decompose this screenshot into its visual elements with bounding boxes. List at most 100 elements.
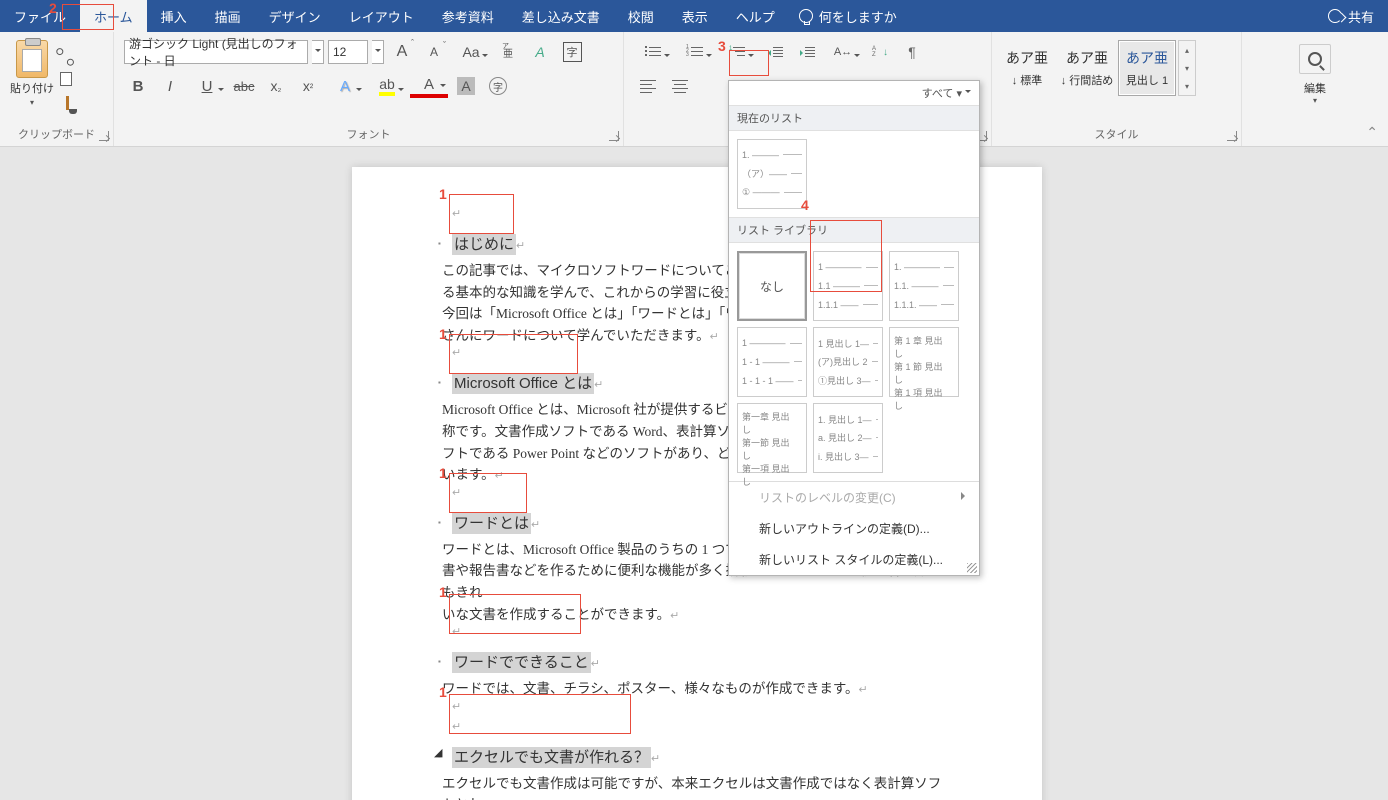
- ribbon: 貼り付け ▾ クリップボード 游ゴシック Light (見出しのフォント - 日…: [0, 32, 1388, 147]
- tab-view[interactable]: 表示: [668, 0, 722, 32]
- change-list-level: リストのレベルの変更(C): [729, 482, 979, 513]
- heading-5[interactable]: ◢エクセルでも文書が作れる？↵: [442, 746, 944, 767]
- style-no-spacing[interactable]: あア亜↓ 行間詰め: [1058, 40, 1116, 96]
- callout-1a: 1: [439, 186, 447, 202]
- list-tile-2[interactable]: 1. ――――1.1. ―――1.1.1. ――: [889, 251, 959, 321]
- tab-review[interactable]: 校閲: [614, 0, 668, 32]
- share-label: 共有: [1348, 7, 1374, 26]
- font-color-button[interactable]: A: [410, 74, 448, 98]
- define-new-outline[interactable]: 新しいアウトラインの定義(D)...: [729, 513, 979, 544]
- decrease-indent-button[interactable]: [760, 40, 788, 64]
- tell-me-label: 何をしますか: [819, 7, 897, 26]
- clipboard-launcher[interactable]: [99, 131, 109, 141]
- popup-section-current: 現在のリスト: [729, 105, 979, 131]
- subscript-button[interactable]: x: [262, 74, 290, 98]
- styles-more-button[interactable]: ▴▾▾: [1178, 40, 1196, 96]
- align-left-button[interactable]: [634, 74, 662, 98]
- define-new-list-style[interactable]: 新しいリスト スタイルの定義(L)...: [729, 544, 979, 575]
- bold-button[interactable]: B: [124, 74, 152, 98]
- tab-design[interactable]: デザイン: [255, 0, 335, 32]
- body-text[interactable]: エクセルでも文書作成は可能ですが、本来エクセルは文書作成ではなく表計算ソフトとし: [442, 773, 944, 800]
- styles-launcher[interactable]: [1227, 131, 1237, 141]
- style-normal[interactable]: あア亜↓ 標準: [998, 40, 1056, 96]
- tab-home[interactable]: ホーム: [80, 0, 147, 32]
- increase-indent-button[interactable]: [792, 40, 820, 64]
- list-tile-3[interactable]: 1 ――――1 - 1 ―――1 - 1 - 1 ――: [737, 327, 807, 397]
- find-button[interactable]: [1299, 44, 1331, 74]
- list-none-tile[interactable]: なし: [737, 251, 807, 321]
- underline-button[interactable]: U: [188, 74, 226, 98]
- list-tile-1[interactable]: 1 ――――1.1 ―――1.1.1 ――: [813, 251, 883, 321]
- format-painter-button[interactable]: [66, 96, 69, 110]
- list-tile-5[interactable]: 第 1 章 見出し第 1 節 見出し第 1 項 見出し: [889, 327, 959, 397]
- styles-group-label: スタイル: [992, 126, 1241, 142]
- lightbulb-icon: [799, 9, 813, 23]
- font-name-dropdown[interactable]: [312, 40, 324, 64]
- tab-insert[interactable]: 挿入: [147, 0, 201, 32]
- font-launcher[interactable]: [609, 131, 619, 141]
- callout-1e: 1: [439, 684, 447, 700]
- font-size-dropdown[interactable]: [372, 40, 384, 64]
- style-heading1[interactable]: あア亜見出し 1: [1118, 40, 1176, 96]
- popup-all-dropdown[interactable]: すべて ▾: [729, 81, 979, 105]
- popup-resize-handle[interactable]: [967, 563, 977, 573]
- title-bar: ファイル ホーム 挿入 描画 デザイン レイアウト 参考資料 差し込み文書 校閲…: [0, 0, 1388, 32]
- share-button[interactable]: 共有: [1328, 7, 1374, 26]
- change-case-button[interactable]: Aa: [452, 40, 490, 64]
- text-effects-button[interactable]: A: [326, 74, 364, 98]
- paste-button[interactable]: 貼り付け ▾: [10, 40, 54, 107]
- list-tile-4[interactable]: 1 見出し 1―(ア)見出し 2①見出し 3―: [813, 327, 883, 397]
- editing-label: 編集: [1304, 80, 1326, 96]
- search-icon: [1308, 52, 1322, 66]
- clear-formatting-button[interactable]: A: [526, 40, 554, 64]
- numbering-button[interactable]: [676, 40, 714, 64]
- shrink-font-button[interactable]: A: [420, 40, 448, 64]
- current-list-tile[interactable]: 1. ――― （ア）―― ① ―――: [737, 139, 807, 209]
- highlight-button[interactable]: ab: [368, 74, 406, 98]
- align-center-button[interactable]: [666, 74, 694, 98]
- sort-button[interactable]: [866, 40, 894, 64]
- asian-layout-button[interactable]: A↔: [824, 40, 862, 64]
- enclose-char-button[interactable]: 字: [558, 40, 586, 64]
- tell-me-search[interactable]: 何をしますか: [799, 7, 897, 26]
- show-paragraph-marks-button[interactable]: ¶: [898, 40, 926, 64]
- group-styles: あア亜↓ 標準 あア亜↓ 行間詰め あア亜見出し 1 ▴▾▾ スタイル: [992, 32, 1242, 146]
- font-group-label: フォント: [114, 126, 623, 142]
- list-tile-6[interactable]: 第一章 見出し第一節 見出し第一項 見出し: [737, 403, 807, 473]
- paste-icon: [16, 40, 48, 78]
- tab-layout[interactable]: レイアウト: [335, 0, 428, 32]
- body-text[interactable]: います。: [442, 467, 495, 482]
- body-text[interactable]: いな文書を作成することができます。: [442, 607, 670, 622]
- popup-section-library: リスト ライブラリ: [729, 217, 979, 243]
- grow-font-button[interactable]: A: [388, 40, 416, 64]
- enclosed-char-button[interactable]: 字: [484, 74, 512, 98]
- group-font: 游ゴシック Light (見出しのフォント - 日 12 A A Aa 亜 A …: [114, 32, 624, 146]
- tab-references[interactable]: 参考資料: [428, 0, 508, 32]
- char-shading-button[interactable]: A: [452, 74, 480, 98]
- list-tile-7[interactable]: 1. 見出し 1―a. 見出し 2―i. 見出し 3―: [813, 403, 883, 473]
- cut-button[interactable]: [56, 40, 81, 65]
- callout-1b: 1: [439, 326, 447, 342]
- italic-button[interactable]: I: [156, 74, 184, 98]
- ruby-button[interactable]: 亜: [494, 40, 522, 64]
- tab-file[interactable]: ファイル: [0, 0, 80, 32]
- callout-4: 4: [801, 197, 809, 213]
- superscript-button[interactable]: x: [294, 74, 322, 98]
- font-name-combo[interactable]: 游ゴシック Light (見出しのフォント - 日: [124, 40, 308, 64]
- tab-mailings[interactable]: 差し込み文書: [508, 0, 614, 32]
- callout-1d: 1: [439, 584, 447, 600]
- strikethrough-button[interactable]: abc: [230, 74, 258, 98]
- tab-draw[interactable]: 描画: [201, 0, 255, 32]
- collapse-ribbon-button[interactable]: ⌃: [1366, 124, 1378, 141]
- tab-help[interactable]: ヘルプ: [722, 0, 789, 32]
- callout-1c: 1: [439, 465, 447, 481]
- copy-button[interactable]: [60, 72, 72, 86]
- callout-2: 2: [49, 0, 57, 16]
- body-text[interactable]: ワードでは、文書、チラシ、ポスター、様々なものが作成できます。: [442, 681, 858, 696]
- font-size-combo[interactable]: 12: [328, 40, 368, 64]
- bullets-button[interactable]: [634, 40, 672, 64]
- heading-4[interactable]: ワードでできること↵: [442, 651, 944, 672]
- body-text[interactable]: さんにワードについて学んでいただきます。: [442, 328, 710, 343]
- clipboard-group-label: クリップボード: [0, 126, 113, 142]
- multilevel-list-popup: すべて ▾ 現在のリスト 1. ――― （ア）―― ① ――― リスト ライブラ…: [728, 80, 980, 576]
